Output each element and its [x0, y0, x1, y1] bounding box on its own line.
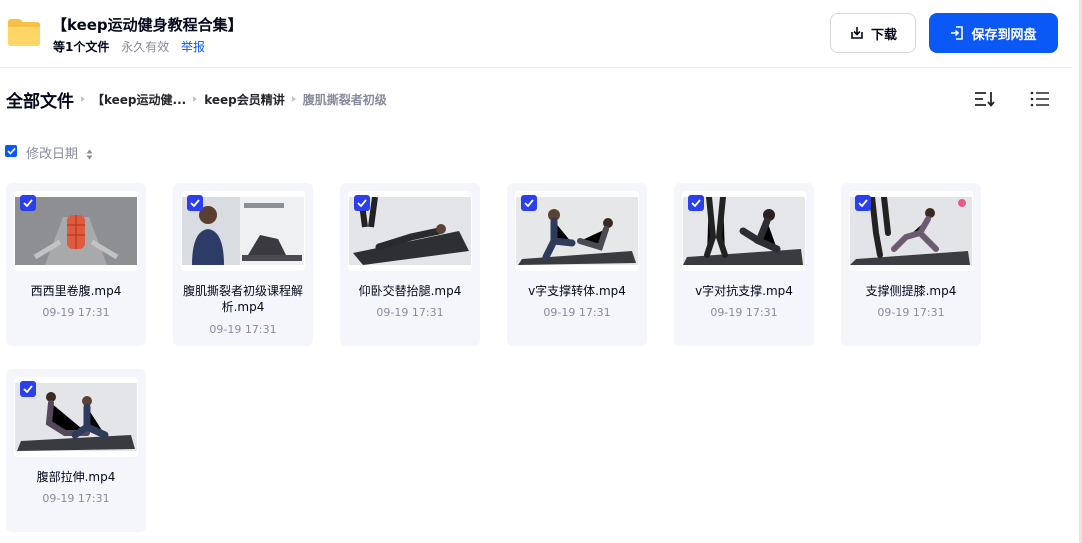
breadcrumb-root[interactable]: 全部文件: [6, 87, 74, 112]
sort-arrows-icon: [86, 149, 93, 160]
file-checkbox[interactable]: [354, 195, 370, 211]
sort-by-date[interactable]: 修改日期: [26, 143, 93, 162]
check-icon: [23, 199, 33, 207]
file-checkbox[interactable]: [20, 381, 36, 397]
check-icon: [691, 199, 701, 207]
file-count: 等1个文件: [53, 40, 110, 54]
file-name: 腹部拉伸.mp4: [36, 470, 116, 484]
file-date: 09-19 17:31: [376, 306, 444, 319]
file-date: 09-19 17:31: [710, 306, 778, 319]
file-name: 腹肌撕裂者初级课程解析.mp4: [182, 284, 303, 314]
file-name: 仰卧交替抬腿.mp4: [358, 284, 462, 298]
share-page: 【keep运动健身教程合集】 等1个文件 永久有效 举报 下载 保存到网盘 全部…: [0, 0, 1082, 543]
check-icon: [6, 147, 16, 155]
file-date: 09-19 17:31: [42, 492, 110, 505]
video-thumbnail: [181, 191, 305, 271]
list-view-icon[interactable]: [1030, 90, 1050, 108]
file-date: 09-19 17:31: [877, 306, 945, 319]
save-to-disk-button[interactable]: 保存到网盘: [929, 13, 1058, 53]
breadcrumb-separator-icon: [81, 96, 85, 102]
breadcrumb-separator-icon: [193, 96, 198, 102]
file-name: v字对抗支撑.mp4: [695, 284, 793, 298]
file-card[interactable]: v字对抗支撑.mp4 09-19 17:31: [674, 183, 814, 346]
check-icon: [858, 199, 868, 207]
file-name: 西西里卷腹.mp4: [30, 284, 122, 298]
breadcrumb: 全部文件 【keep运动健... keep会员精讲 腹肌撕裂者初级: [6, 87, 387, 112]
validity-text: 永久有效: [121, 40, 170, 54]
breadcrumb-item[interactable]: keep会员精讲: [204, 91, 285, 108]
check-icon: [524, 199, 534, 207]
file-card[interactable]: 腹部拉伸.mp4 09-19 17:31: [6, 369, 146, 532]
file-card[interactable]: 西西里卷腹.mp4 09-19 17:31: [6, 183, 146, 346]
sort-label: 修改日期: [26, 147, 79, 162]
file-checkbox[interactable]: [521, 195, 537, 211]
file-card[interactable]: v字支撑转体.mp4 09-19 17:31: [507, 183, 647, 346]
file-name: v字支撑转体.mp4: [528, 284, 626, 298]
video-thumbnail: [515, 191, 639, 271]
file-date: 09-19 17:31: [543, 306, 611, 319]
file-date: 09-19 17:31: [42, 306, 110, 319]
file-checkbox[interactable]: [688, 195, 704, 211]
check-icon: [23, 385, 33, 393]
file-name: 支撑侧提膝.mp4: [865, 284, 957, 298]
check-icon: [357, 199, 367, 207]
report-link[interactable]: 举报: [181, 40, 205, 54]
breadcrumb-separator-icon: [291, 96, 296, 102]
video-thumbnail: [682, 191, 806, 271]
save-icon: [951, 26, 964, 40]
file-date: 09-19 17:31: [209, 323, 277, 336]
folder-icon: [8, 19, 40, 46]
select-all-checkbox[interactable]: [5, 145, 17, 157]
file-checkbox[interactable]: [855, 195, 871, 211]
download-icon: [851, 27, 863, 39]
save-label: 保存到网盘: [971, 27, 1037, 43]
share-title: 【keep运动健身教程合集】: [52, 16, 243, 34]
check-icon: [190, 199, 200, 207]
share-header: 【keep运动健身教程合集】 等1个文件 永久有效 举报 下载 保存到网盘: [0, 0, 1072, 68]
file-checkbox[interactable]: [187, 195, 203, 211]
file-card[interactable]: 支撑侧提膝.mp4 09-19 17:31: [841, 183, 981, 346]
video-thumbnail: [14, 377, 138, 457]
share-meta: 等1个文件 永久有效 举报: [53, 38, 205, 55]
video-thumbnail: [849, 191, 973, 271]
file-card[interactable]: 腹肌撕裂者初级课程解析.mp4 09-19 17:31: [173, 183, 313, 346]
video-thumbnail: [14, 191, 138, 271]
file-card[interactable]: 仰卧交替抬腿.mp4 09-19 17:31: [340, 183, 480, 346]
download-button[interactable]: 下载: [830, 13, 916, 53]
sort-icon[interactable]: [974, 89, 996, 109]
breadcrumb-current: 腹肌撕裂者初级: [302, 92, 387, 107]
breadcrumb-item[interactable]: 【keep运动健...: [92, 91, 186, 108]
video-thumbnail: [348, 191, 472, 271]
file-checkbox[interactable]: [20, 195, 36, 211]
download-label: 下载: [870, 27, 897, 43]
